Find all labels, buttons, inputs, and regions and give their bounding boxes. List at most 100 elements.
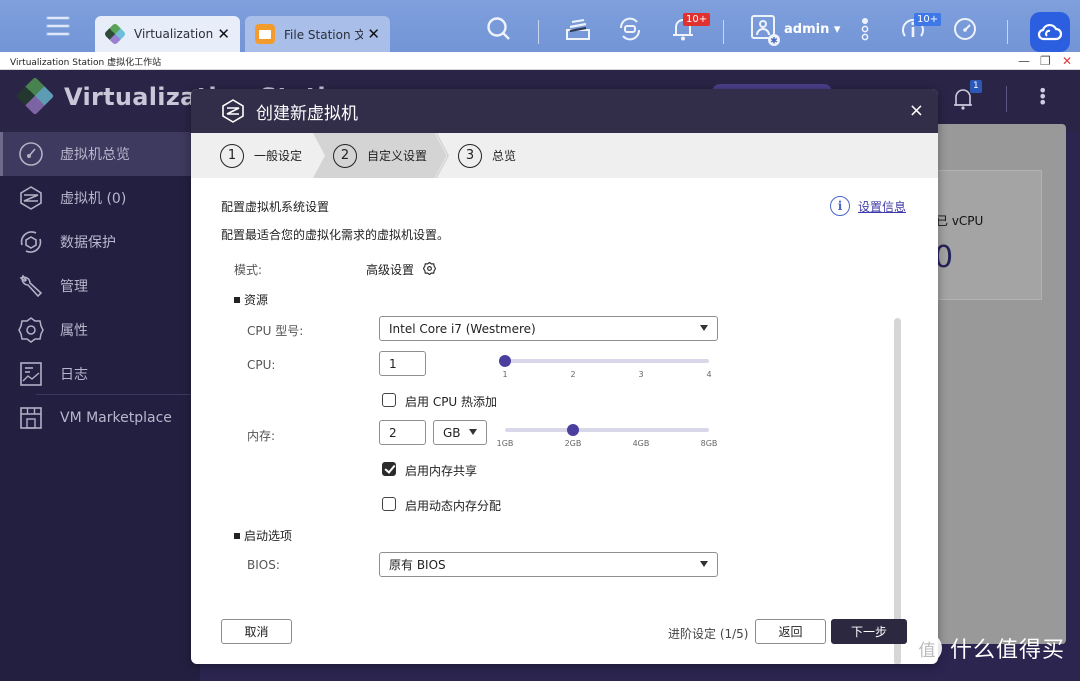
- slider-thumb[interactable]: [499, 355, 511, 367]
- memory-size-input[interactable]: 2: [379, 420, 426, 445]
- watermark-logo-icon: 值: [912, 633, 942, 663]
- close-tab-icon[interactable]: ✕: [217, 25, 230, 43]
- slider-tick-label: 4GB: [632, 439, 650, 448]
- dialog-header: 创建新虚拟机 ×: [191, 89, 938, 133]
- myqnapcloud-button[interactable]: [1030, 12, 1070, 52]
- slider-thumb[interactable]: [566, 424, 579, 436]
- memory-slider[interactable]: 1GB 2GB 4GB 8GB: [497, 423, 717, 453]
- sidebar-item-properties[interactable]: 属性: [0, 308, 200, 352]
- section-description: 配置最适合您的虚拟化需求的虚拟机设置。: [221, 228, 450, 242]
- sidebar-item-label: 管理: [60, 279, 88, 295]
- cpu-count-value: 1: [389, 356, 397, 371]
- boot-options-section-title: 启动选项: [234, 527, 292, 544]
- slider-track: [505, 359, 709, 363]
- cpu-count-input[interactable]: 1: [379, 351, 426, 376]
- slider-track: [505, 428, 709, 432]
- memory-unit-select[interactable]: GB: [433, 420, 487, 445]
- advanced-settings-progress: 进阶设定 (1/5): [668, 627, 749, 641]
- search-icon[interactable]: [486, 16, 512, 42]
- log-icon: [20, 362, 42, 386]
- mode-label: 模式:: [234, 263, 263, 277]
- minimize-button[interactable]: —: [1018, 54, 1030, 68]
- system-top-bar: Virtualization ... ✕ File Station 文... ✕…: [0, 0, 1080, 52]
- sidebar-item-logs[interactable]: 日志: [0, 352, 200, 396]
- virtualization-cube-icon: [103, 22, 127, 46]
- cloud-icon: [1037, 23, 1063, 41]
- svg-text:✱: ✱: [770, 37, 778, 47]
- create-vm-dialog: 创建新虚拟机 × 1 一般设定 2 自定义设置 3 总览 配置虚拟机系统设置 i…: [191, 89, 938, 664]
- step-number: 2: [333, 143, 357, 168]
- tab-label: File Station 文...: [284, 27, 364, 42]
- sidebar-item-management[interactable]: 管理: [0, 264, 200, 308]
- cpu-slider[interactable]: 1 2 3 4: [499, 354, 712, 384]
- bios-value: 原有 BIOS: [389, 558, 446, 572]
- tab-file-station[interactable]: File Station 文... ✕: [245, 16, 390, 52]
- slider-tick-label: 1: [502, 370, 508, 379]
- settings-gear-icon[interactable]: [423, 262, 436, 275]
- cpu-model-value: Intel Core i7 (Westmere): [389, 321, 536, 336]
- slider-tick-label: 2GB: [564, 439, 582, 448]
- slider-tick-label: 1GB: [496, 439, 514, 448]
- step-summary[interactable]: 3 总览: [458, 133, 516, 178]
- separator: [723, 20, 724, 44]
- step-label: 自定义设置: [367, 149, 428, 163]
- username-menu[interactable]: admin ▾: [784, 22, 840, 37]
- cancel-button[interactable]: 取消: [221, 619, 292, 644]
- tab-label: Virtualization ...: [134, 27, 214, 41]
- resources-section-title: 资源: [234, 291, 268, 308]
- window-title: Virtualization Station 虚拟化工作站: [10, 58, 162, 68]
- memory-size-value: 2: [389, 425, 397, 440]
- sidebar-item-label: 属性: [60, 323, 88, 339]
- sidebar-item-overview[interactable]: 虚拟机总览: [0, 132, 200, 176]
- hamburger-menu-icon[interactable]: [46, 16, 70, 38]
- sidebar-item-label: VM Marketplace: [60, 410, 172, 426]
- sync-drive-icon[interactable]: [617, 16, 643, 42]
- info-icon[interactable]: i: [830, 196, 850, 216]
- bios-select[interactable]: 原有 BIOS: [379, 552, 718, 577]
- cpu-model-select[interactable]: Intel Core i7 (Westmere): [379, 316, 718, 341]
- resource-monitor-gauge-icon[interactable]: [952, 16, 978, 42]
- next-button[interactable]: 下一步: [831, 619, 907, 644]
- dynamic-memory-label: 启用动态内存分配: [405, 499, 502, 513]
- chevron-down-icon: [700, 561, 708, 567]
- watermark-text: 什么值得买: [950, 638, 1066, 663]
- separator: [1006, 86, 1007, 112]
- dynamic-memory-checkbox[interactable]: [382, 497, 396, 511]
- close-dialog-button[interactable]: ×: [909, 100, 924, 121]
- user-avatar-icon[interactable]: ✱: [750, 14, 780, 46]
- memory-sharing-checkbox[interactable]: [382, 462, 396, 476]
- separator: [1007, 20, 1008, 44]
- sidebar-item-label: 数据保护: [60, 235, 116, 251]
- restore-button[interactable]: ❐: [1040, 54, 1051, 68]
- cpu-hotplug-checkbox[interactable]: [382, 393, 396, 407]
- data-protection-icon: [20, 231, 42, 253]
- username: admin: [784, 22, 830, 37]
- back-button[interactable]: 返回: [755, 619, 826, 644]
- chevron-down-icon: [469, 429, 477, 435]
- more-options-icon[interactable]: [858, 16, 872, 42]
- info-badge: 10+: [914, 13, 942, 26]
- sidebar-item-data-protection[interactable]: 数据保护: [0, 220, 200, 264]
- close-window-button[interactable]: ✕: [1062, 54, 1072, 68]
- vm-icon: [20, 186, 42, 210]
- settings-info-link[interactable]: 设置信息: [858, 198, 906, 215]
- tab-virtualization[interactable]: Virtualization ... ✕: [95, 16, 240, 52]
- sidebar: 虚拟机总览 虚拟机 (0) 数据保护 管理 属性 日志 VM Marketpla…: [0, 132, 200, 681]
- app-more-options-icon[interactable]: • • •: [1038, 83, 1047, 111]
- sidebar-item-vm-marketplace[interactable]: VM Marketplace: [0, 396, 200, 440]
- vm-icon: [222, 99, 244, 123]
- store-icon: [20, 407, 42, 429]
- dialog-scrollbar[interactable]: [894, 318, 901, 664]
- close-tab-icon[interactable]: ✕: [367, 25, 380, 43]
- step-custom-settings[interactable]: 2 自定义设置: [333, 133, 427, 178]
- slider-tick-label: 2: [570, 370, 576, 379]
- wrench-icon: [19, 274, 43, 298]
- sidebar-item-label: 虚拟机总览: [60, 147, 130, 163]
- step-general[interactable]: 1 一般设定: [220, 133, 302, 178]
- sidebar-item-vms[interactable]: 虚拟机 (0): [0, 176, 200, 220]
- app-notification-badge: 1: [970, 80, 982, 93]
- folder-icon: [255, 24, 275, 44]
- background-tasks-icon[interactable]: [565, 16, 591, 42]
- wizard-steps: 1 一般设定 2 自定义设置 3 总览: [191, 133, 938, 178]
- sidebar-item-label: 虚拟机 (0): [60, 191, 127, 207]
